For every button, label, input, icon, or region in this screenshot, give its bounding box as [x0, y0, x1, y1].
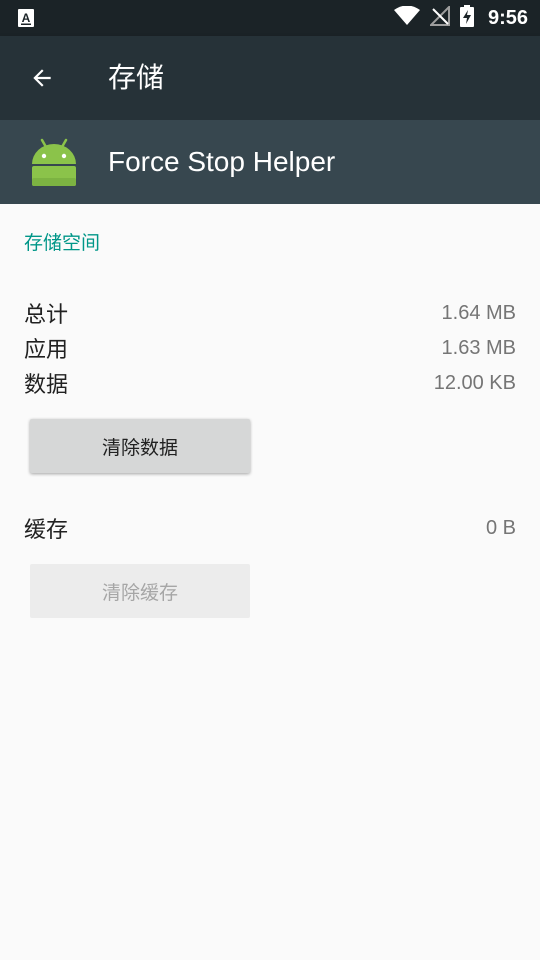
toolbar: 存储 — [0, 36, 540, 120]
clear-cache-button[interactable]: 清除缓存 — [30, 564, 250, 618]
storage-row-app: 应用 1.63 MB — [24, 331, 516, 365]
storage-row-data: 数据 12.00 KB — [24, 366, 516, 400]
row-label: 总计 — [24, 303, 69, 328]
clear-data-button[interactable]: 清除数据 — [30, 419, 250, 473]
row-value: 1.63 MB — [441, 336, 516, 359]
android-icon — [26, 134, 82, 190]
wifi-icon — [393, 5, 420, 30]
svg-text:A: A — [22, 11, 31, 25]
notification-a-icon: A — [18, 9, 34, 27]
row-label: 应用 — [24, 338, 69, 363]
storage-row-cache: 缓存 0 B — [24, 511, 516, 545]
row-value: 1.64 MB — [441, 301, 516, 324]
section-header-storage: 存储空间 — [24, 232, 101, 254]
status-bar: A 9:56 — [0, 0, 540, 36]
row-value: 12.00 KB — [433, 371, 516, 394]
no-signal-icon — [428, 4, 450, 30]
app-name: Force Stop Helper — [108, 146, 336, 177]
page-title: 存储 — [108, 61, 165, 94]
battery-charging-icon — [459, 5, 474, 31]
row-value: 0 B — [485, 516, 516, 539]
app-header: Force Stop Helper — [0, 120, 540, 204]
row-label: 缓存 — [24, 518, 69, 543]
arrow-left-icon[interactable] — [22, 58, 62, 98]
status-time: 9:56 — [487, 6, 528, 29]
row-label: 数据 — [24, 373, 69, 398]
storage-row-total: 总计 1.64 MB — [24, 296, 516, 330]
